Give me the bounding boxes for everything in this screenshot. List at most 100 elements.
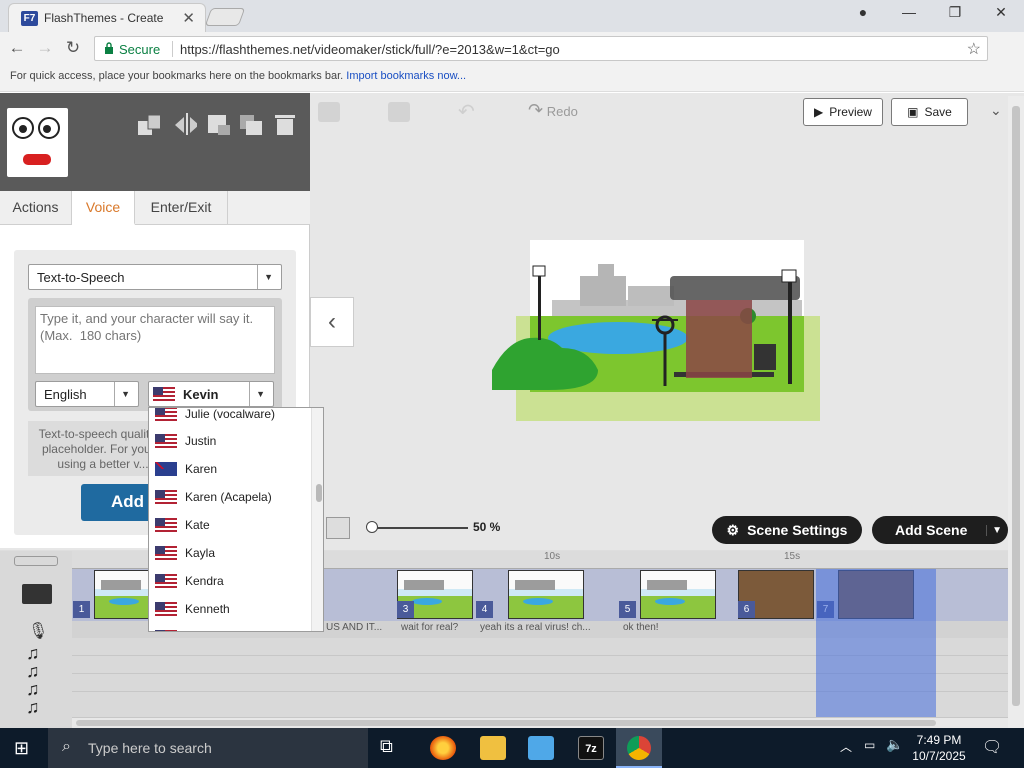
voice-option[interactable]: Kenneth	[149, 595, 309, 623]
flip-icon[interactable]	[175, 113, 197, 135]
timeline-sidebar: 🎙 ♫ ♫ ♫ ♫	[0, 551, 72, 728]
add-voice-button[interactable]: Add	[81, 484, 153, 521]
new-tab-button[interactable]	[204, 8, 246, 26]
voice-clip[interactable]: wait for real?	[401, 622, 473, 633]
maximize-button[interactable]: ❐	[940, 4, 970, 26]
tts-text-input[interactable]	[35, 306, 275, 374]
voice-option[interactable]	[149, 623, 309, 631]
copy-icon[interactable]	[318, 102, 340, 122]
network-icon[interactable]: ▭	[864, 738, 875, 752]
taskbar-clock[interactable]: 7:49 PM 10/7/2025	[908, 732, 970, 764]
app-icon[interactable]	[528, 736, 554, 760]
scene-settings-label: Scene Settings	[747, 522, 848, 538]
tab-voice[interactable]: Voice	[72, 191, 135, 225]
camera-thumbnail-icon[interactable]	[326, 517, 350, 539]
browser-tab[interactable]: F7 FlashThemes - Create ✕	[8, 3, 206, 32]
close-window-button[interactable]: ✕	[986, 4, 1016, 26]
character-avatar[interactable]	[7, 108, 68, 177]
voice-dropdown: Julie (vocalware) Justin Karen Karen (Ac…	[148, 407, 324, 632]
tab-actions[interactable]: Actions	[0, 191, 72, 225]
collapse-panel-button[interactable]: ‹	[310, 297, 354, 347]
forward-icon[interactable]: →	[34, 38, 56, 58]
chevron-up-icon[interactable]: ︿	[840, 738, 852, 755]
minimize-button[interactable]: —	[894, 4, 924, 26]
redo-icon: ↷	[528, 100, 544, 120]
voice-option[interactable]: Justin	[149, 427, 309, 455]
voice-clip[interactable]: yeah its a real virus! ch...	[480, 622, 614, 633]
7zip-icon[interactable]: 7z	[578, 736, 604, 760]
dropdown-arrow-icon[interactable]: ▼	[986, 524, 1002, 536]
voice-option[interactable]: Karen	[149, 455, 309, 483]
gear-icon: ⚙	[726, 521, 740, 538]
zoom-slider-knob[interactable]	[366, 521, 378, 533]
voice-option-label: Kenneth	[185, 602, 230, 616]
add-scene-button[interactable]: Add Scene ▼	[872, 516, 1008, 544]
bookmark-star-icon[interactable]: ☆	[967, 39, 981, 59]
url-field[interactable]: Secure https://flashthemes.net/videomake…	[94, 36, 988, 61]
chevron-down-icon[interactable]: ⌄	[990, 102, 1002, 119]
volume-icon[interactable]: 🔈	[886, 736, 903, 753]
redo-button[interactable]: ↷ Redo	[528, 100, 578, 121]
chrome-icon	[627, 736, 651, 760]
vertical-scrollbar[interactable]	[1008, 96, 1024, 728]
voice-value: Kevin	[183, 386, 219, 402]
voice-option[interactable]: Julie (vocalware)	[149, 408, 309, 428]
url-text: https://flashthemes.net/videomaker/stick…	[180, 42, 560, 57]
timeline-scrollbar[interactable]	[72, 718, 1008, 728]
scene-number: 3	[397, 601, 414, 618]
bring-front-icon[interactable]	[240, 113, 262, 135]
zoom-label: 50 %	[473, 520, 501, 534]
scene-thumbnail[interactable]	[640, 570, 716, 619]
voice-clip[interactable]: ok then!	[623, 622, 733, 633]
voice-select[interactable]: Kevin ▼	[148, 381, 274, 407]
trash-icon[interactable]	[275, 113, 297, 135]
tab-enter-exit[interactable]: Enter/Exit	[135, 191, 228, 225]
undo-icon[interactable]: ↶	[458, 99, 475, 124]
us-flag-icon	[155, 408, 177, 421]
import-bookmarks-link[interactable]: Import bookmarks now...	[346, 70, 466, 82]
address-bar: ← → ↻ Secure https://flashthemes.net/vid…	[0, 32, 1024, 64]
add-scene-label: Add Scene	[895, 522, 968, 538]
scene-number: 4	[476, 601, 493, 618]
save-button[interactable]: ▣ Save	[891, 98, 968, 126]
play-icon: ▶	[814, 105, 824, 119]
task-view-icon[interactable]: ⧉	[380, 736, 406, 760]
reload-icon[interactable]: ↻	[62, 38, 84, 58]
taskbar-search[interactable]: ⌕ Type here to search	[48, 728, 368, 768]
voice-clip[interactable]: US AND IT...	[326, 622, 392, 633]
voice-option[interactable]: Kate	[149, 511, 309, 539]
notification-icon[interactable]: 🗨	[982, 737, 1002, 757]
close-tab-icon[interactable]: ✕	[182, 9, 195, 27]
voice-option[interactable]: Kendra	[149, 567, 309, 595]
voice-option[interactable]: Kayla	[149, 539, 309, 567]
voice-mode-select[interactable]: Text-to-Speech ▼	[28, 264, 282, 290]
dropdown-arrow-icon: ▼	[114, 382, 130, 406]
send-back-icon[interactable]	[208, 113, 230, 135]
voice-option[interactable]: Karen (Acapela)	[149, 483, 309, 511]
windows-start-icon[interactable]: ⊞	[14, 738, 29, 759]
voice-option-label: Karen	[185, 462, 218, 476]
preview-button[interactable]: ▶ Preview	[803, 98, 883, 126]
stage-canvas[interactable]	[488, 240, 820, 422]
swap-icon[interactable]	[138, 113, 160, 135]
us-flag-icon	[153, 387, 175, 401]
profile-icon[interactable]: ●	[848, 4, 878, 26]
music-icon: ♫	[26, 697, 40, 717]
favicon-icon: F7	[21, 11, 38, 26]
paste-icon[interactable]	[388, 102, 410, 122]
us-flag-icon	[155, 574, 177, 588]
back-icon[interactable]: ←	[6, 38, 28, 58]
language-select[interactable]: English ▼	[35, 381, 139, 407]
dropdown-scrollbar[interactable]	[311, 408, 323, 631]
file-explorer-icon[interactable]	[480, 736, 506, 760]
au-flag-icon	[155, 462, 177, 476]
search-icon: ⌕	[62, 738, 71, 755]
chrome-taskbar-button[interactable]	[616, 728, 662, 768]
voice-option-label: Karen (Acapela)	[185, 490, 272, 504]
scene-settings-button[interactable]: ⚙ Scene Settings	[712, 516, 862, 544]
search-placeholder: Type here to search	[88, 740, 212, 756]
scene-thumbnail[interactable]	[508, 570, 584, 619]
firefox-icon[interactable]	[430, 736, 456, 760]
timeline-zoom-icon[interactable]	[14, 556, 58, 566]
zoom-slider[interactable]	[372, 527, 468, 529]
